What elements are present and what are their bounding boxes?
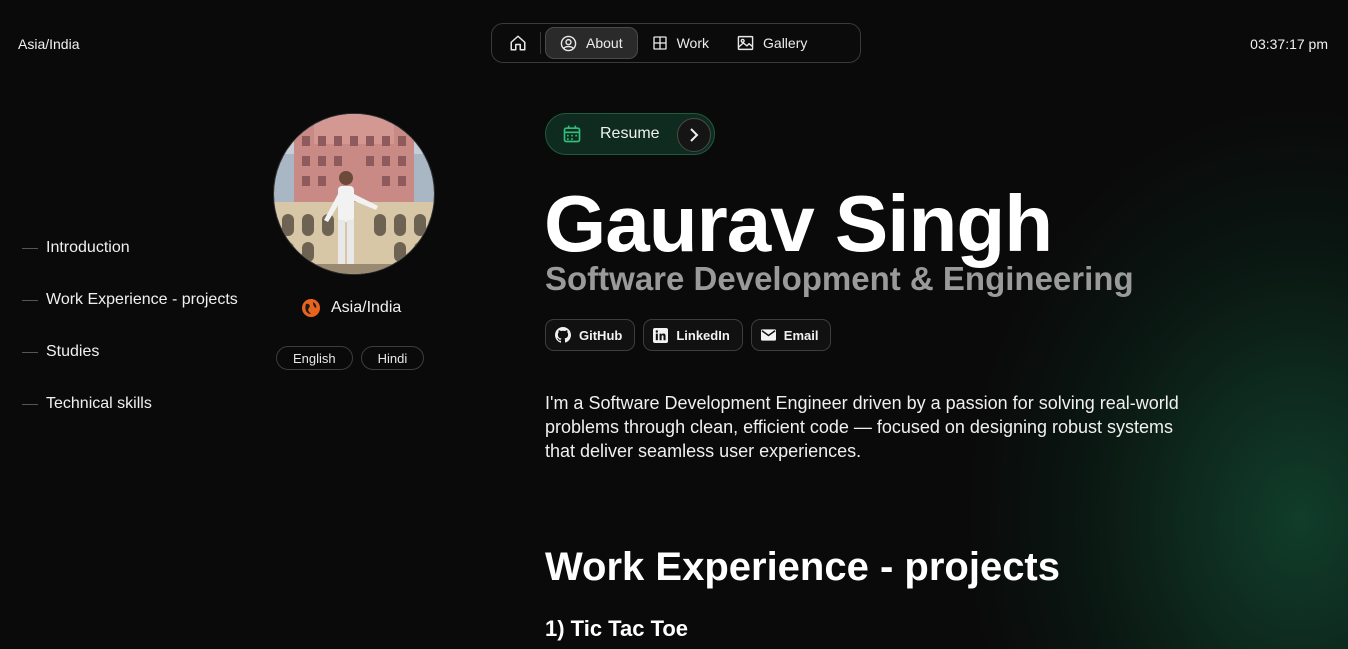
- project-title: 1) Tic Tac Toe: [545, 616, 689, 641]
- calendar-icon: [563, 125, 581, 143]
- resume-label: Resume: [600, 125, 660, 142]
- nav-about[interactable]: About: [545, 27, 638, 59]
- email-button[interactable]: Email: [750, 319, 832, 351]
- language-tag: Hindi: [360, 346, 425, 370]
- work-section-title: Work Experience - projects: [545, 545, 1060, 589]
- home-button[interactable]: [498, 27, 538, 59]
- profile-location: Asia/India: [302, 299, 401, 317]
- avatar: [273, 113, 435, 275]
- bio-paragraph: I'm a Software Development Engineer driv…: [545, 393, 1179, 461]
- toc-label: Technical skills: [46, 395, 152, 412]
- toc-line: [22, 403, 38, 405]
- toc-line: [22, 299, 38, 301]
- github-icon: [555, 327, 571, 343]
- nav-work-label: Work: [676, 35, 710, 51]
- linkedin-button[interactable]: LinkedIn: [643, 319, 743, 351]
- chevron-right-icon: [677, 118, 711, 152]
- home-icon: [510, 35, 526, 51]
- header-timezone: Asia/India: [18, 36, 80, 52]
- toc-label: Work Experience - projects: [46, 291, 238, 308]
- resume-button[interactable]: Resume: [545, 113, 715, 155]
- page: Asia/India About Work Gallery 03:37:17 p…: [0, 0, 1348, 649]
- toc-item-technical-skills[interactable]: Technical skills: [22, 394, 238, 414]
- social-links: GitHub LinkedIn Email: [545, 319, 832, 351]
- nav-work[interactable]: Work: [638, 27, 723, 59]
- avatar-photo: [274, 114, 434, 274]
- grid-icon: [652, 36, 667, 50]
- hero-name: Gaurav Singh: [544, 179, 1053, 268]
- hero-role: Software Development & Engineering: [545, 260, 1134, 297]
- toc-item-introduction[interactable]: Introduction: [22, 238, 238, 258]
- top-navigation: About Work Gallery: [491, 23, 861, 63]
- email-label: Email: [783, 327, 819, 343]
- toc-line: [22, 247, 38, 249]
- language-tags: English Hindi: [276, 346, 425, 370]
- github-button[interactable]: GitHub: [545, 319, 636, 351]
- toc-label: Introduction: [46, 239, 130, 256]
- toc-item-work-experience[interactable]: Work Experience - projects: [22, 290, 238, 310]
- nav-gallery-label: Gallery: [763, 35, 808, 51]
- table-of-contents: Introduction Work Experience - projects …: [22, 238, 238, 446]
- github-label: GitHub: [579, 327, 623, 343]
- language-tag: English: [276, 346, 353, 370]
- image-icon: [737, 35, 754, 51]
- linkedin-label: LinkedIn: [676, 327, 730, 343]
- nav-about-label: About: [586, 35, 623, 51]
- linkedin-icon: [653, 327, 669, 343]
- person-circle-icon: [560, 35, 577, 51]
- nav-gallery[interactable]: Gallery: [723, 27, 821, 59]
- toc-line: [22, 351, 38, 353]
- profile-location-label: Asia/India: [331, 299, 402, 316]
- nav-divider: [540, 32, 541, 54]
- current-time: 03:37:17 pm: [1250, 36, 1328, 52]
- toc-item-studies[interactable]: Studies: [22, 342, 238, 362]
- globe-icon: [302, 299, 320, 317]
- toc-label: Studies: [46, 343, 100, 360]
- mail-icon: [760, 329, 776, 341]
